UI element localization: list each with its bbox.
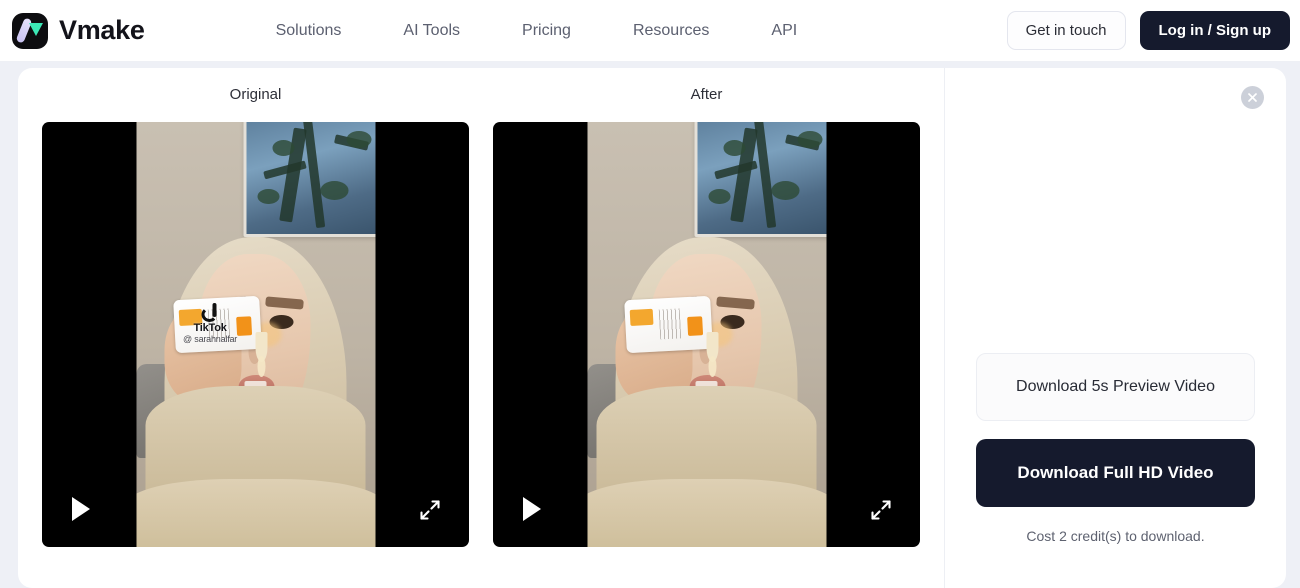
original-label: Original bbox=[229, 86, 282, 103]
comparison-pane: Original After TikTok @ sarahnalfar bbox=[18, 68, 945, 588]
primary-nav: Solutions AI Tools Pricing Resources API bbox=[245, 14, 829, 48]
scene-leaf bbox=[797, 130, 823, 149]
nav-item-solutions[interactable]: Solutions bbox=[245, 14, 373, 48]
get-in-touch-button[interactable]: Get in touch bbox=[1006, 11, 1126, 50]
download-actions: Download 5s Preview Video Download Full … bbox=[976, 353, 1255, 544]
bottle-label-band bbox=[629, 308, 653, 326]
after-video-frame-content bbox=[587, 122, 826, 547]
actions-pane: Download 5s Preview Video Download Full … bbox=[945, 68, 1286, 588]
scene-leaf bbox=[771, 180, 800, 200]
logo-triangle-shape bbox=[29, 22, 43, 36]
play-icon[interactable] bbox=[70, 495, 94, 523]
scene-branch bbox=[753, 122, 776, 228]
scene-window bbox=[694, 122, 826, 237]
scene-leaf bbox=[708, 189, 731, 205]
brand-name: Vmake bbox=[59, 15, 145, 45]
scene-branch bbox=[263, 160, 307, 180]
scene-leaf bbox=[723, 139, 746, 157]
subject-shoulder bbox=[136, 479, 375, 547]
nav-item-api[interactable]: API bbox=[740, 14, 828, 48]
scene-leaf bbox=[346, 130, 372, 149]
play-icon[interactable] bbox=[521, 495, 545, 523]
expand-icon[interactable] bbox=[417, 497, 443, 523]
scene-window bbox=[243, 122, 375, 237]
expand-icon[interactable] bbox=[868, 497, 894, 523]
scene-leaf bbox=[320, 180, 349, 200]
comparison-labels: Original After bbox=[18, 86, 944, 112]
credit-cost-note: Cost 2 credit(s) to download. bbox=[1026, 528, 1205, 544]
download-preview-button[interactable]: Download 5s Preview Video bbox=[976, 353, 1255, 421]
vmake-logo-icon bbox=[12, 12, 48, 49]
download-full-hd-button[interactable]: Download Full HD Video bbox=[976, 439, 1255, 507]
subject-shoulder bbox=[587, 479, 826, 547]
bottle-accent-dot bbox=[235, 316, 252, 337]
product-serum-drop bbox=[708, 355, 717, 377]
close-icon[interactable] bbox=[1241, 86, 1264, 109]
after-label: After bbox=[690, 86, 723, 103]
result-card: Original After TikTok @ sarahnalfar Down… bbox=[18, 68, 1286, 588]
scene-branch bbox=[302, 122, 325, 228]
scene-leaf bbox=[272, 139, 295, 157]
nav-item-ai-tools[interactable]: AI Tools bbox=[372, 14, 491, 48]
scene-leaf bbox=[257, 189, 280, 205]
product-serum-drop bbox=[257, 355, 266, 377]
bottle-label-text bbox=[658, 308, 682, 341]
scene-branch bbox=[714, 160, 758, 180]
product-bottle bbox=[623, 296, 713, 354]
header-actions: Get in touch Log in / Sign up bbox=[1006, 11, 1290, 50]
site-header: Vmake Solutions AI Tools Pricing Resourc… bbox=[0, 0, 1300, 62]
bottle-accent-dot bbox=[686, 316, 703, 337]
login-signup-button[interactable]: Log in / Sign up bbox=[1139, 11, 1290, 50]
original-video-player[interactable]: TikTok @ sarahnalfar bbox=[42, 122, 469, 547]
product-bottle bbox=[172, 296, 262, 354]
original-video-frame-content: TikTok @ sarahnalfar bbox=[136, 122, 375, 547]
bottle-label-text bbox=[207, 308, 231, 341]
brand-logo[interactable]: Vmake bbox=[12, 12, 145, 49]
nav-item-resources[interactable]: Resources bbox=[602, 14, 740, 48]
bottle-label-band bbox=[178, 308, 202, 326]
nav-item-pricing[interactable]: Pricing bbox=[491, 14, 602, 48]
after-video-player[interactable] bbox=[493, 122, 920, 547]
